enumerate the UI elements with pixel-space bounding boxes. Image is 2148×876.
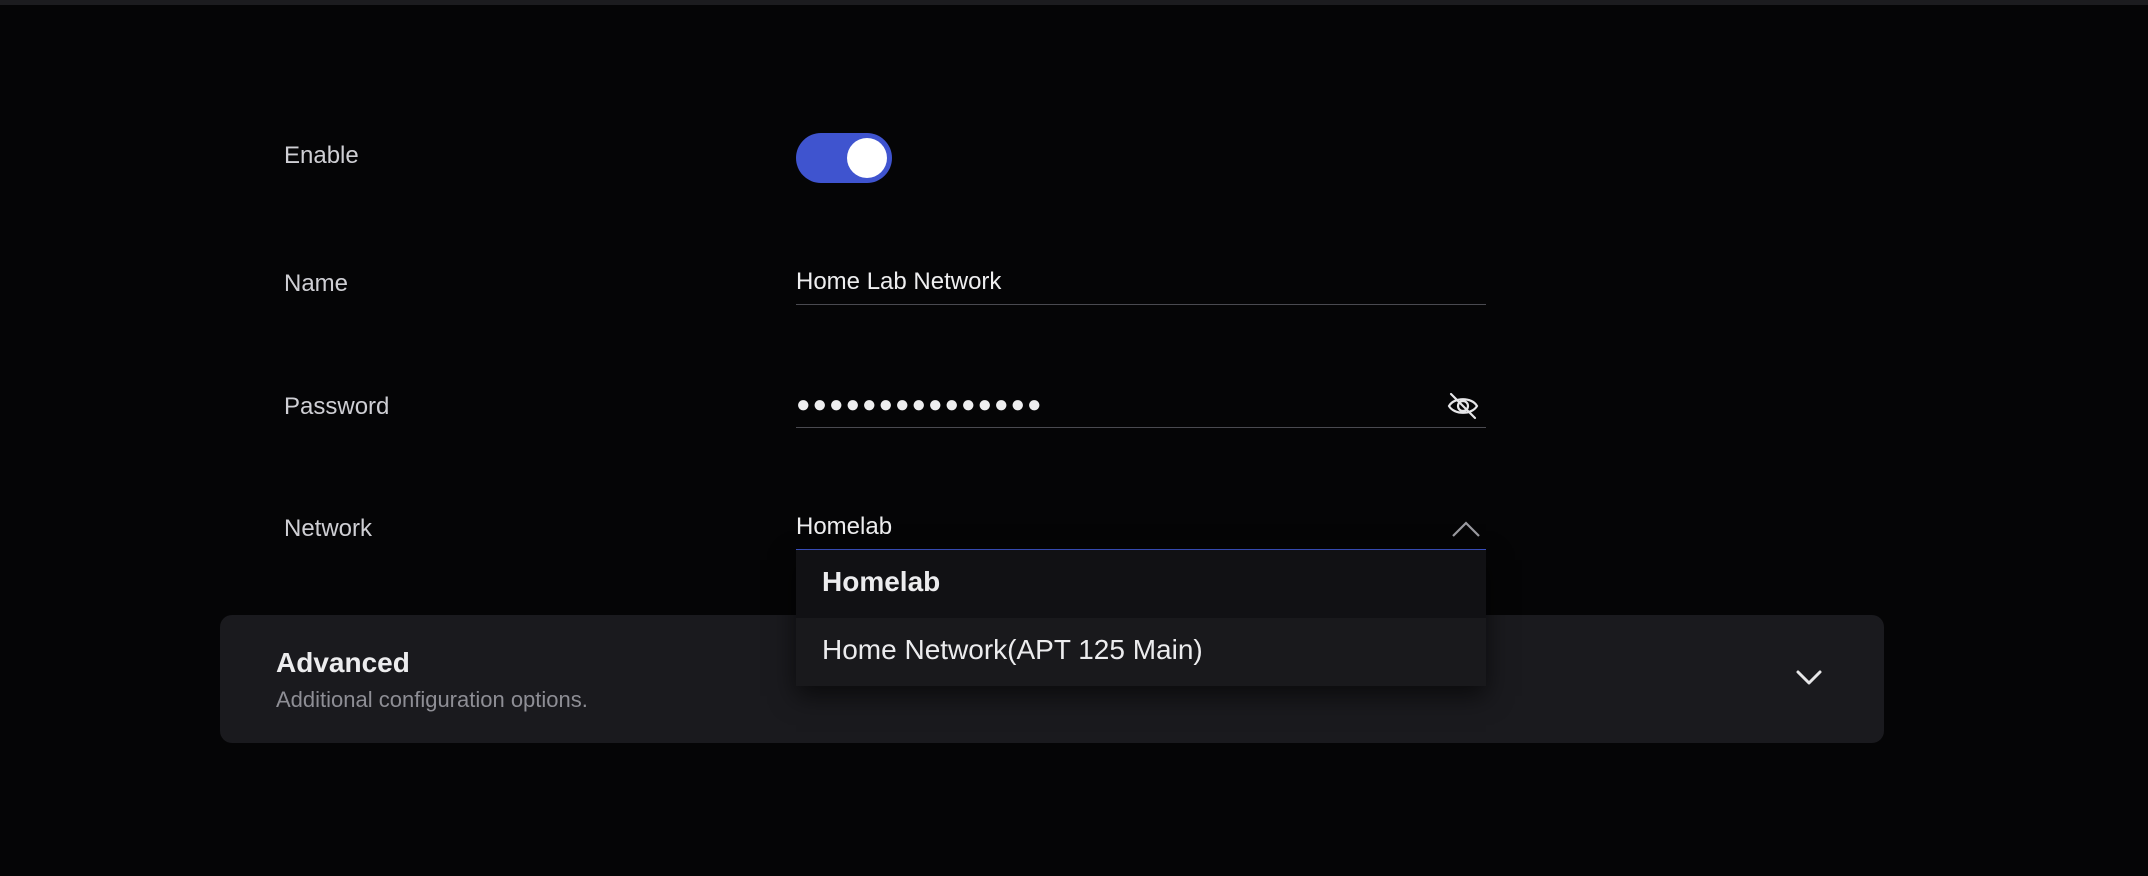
password-label: Password: [284, 393, 390, 420]
dropdown-option-home-network[interactable]: Home Network(APT 125 Main): [796, 618, 1486, 686]
dropdown-option-label: Home Network(APT 125 Main): [822, 634, 1203, 665]
network-selected-value[interactable]: Homelab: [796, 513, 892, 541]
password-field[interactable]: ●●●●●●●●●●●●●●●: [796, 380, 1486, 428]
network-select[interactable]: Homelab: [796, 502, 1486, 551]
chevron-down-icon[interactable]: [1794, 667, 1824, 689]
advanced-title: Advanced: [276, 647, 410, 678]
chevron-up-icon[interactable]: [1450, 519, 1482, 539]
network-dropdown-menu: Homelab Home Network(APT 125 Main): [796, 550, 1486, 686]
eye-off-icon[interactable]: [1446, 391, 1480, 421]
name-input[interactable]: Home Lab Network: [796, 268, 1001, 296]
name-label: Name: [284, 270, 349, 297]
name-field[interactable]: Home Lab Network: [796, 258, 1486, 305]
network-label: Network: [284, 515, 373, 542]
advanced-subtitle: Additional configuration options.: [276, 687, 588, 712]
toggle-knob: [847, 138, 887, 178]
enable-label: Enable: [284, 142, 359, 169]
dropdown-option-homelab[interactable]: Homelab: [796, 550, 1486, 618]
enable-toggle[interactable]: [796, 133, 892, 183]
dropdown-option-label: Homelab: [822, 566, 941, 597]
password-input[interactable]: ●●●●●●●●●●●●●●●: [796, 391, 1043, 419]
top-divider: [0, 0, 2148, 5]
